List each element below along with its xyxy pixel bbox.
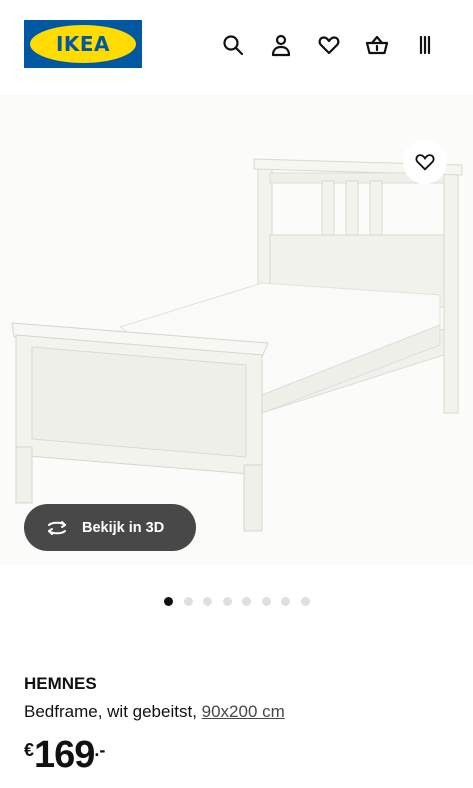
carousel-dot[interactable] xyxy=(203,597,212,606)
product-size-link[interactable]: 90x200 cm xyxy=(202,702,285,721)
logo-wordmark: IKEA xyxy=(55,32,111,56)
product-name: HEMNES xyxy=(24,674,97,693)
heart-icon xyxy=(415,154,435,171)
view-in-3d-button[interactable]: Bekijk in 3D xyxy=(24,504,196,551)
header: IKEA xyxy=(0,0,473,90)
carousel-dots xyxy=(164,597,320,606)
carousel-dot[interactable] xyxy=(242,597,251,606)
account-icon[interactable] xyxy=(266,30,296,60)
price-whole: 169 xyxy=(34,734,95,776)
header-icons xyxy=(218,30,440,60)
carousel-dot[interactable] xyxy=(222,597,232,606)
product-description-text: Bedframe, wit gebeitst, xyxy=(24,702,202,721)
view-in-3d-label: Bekijk in 3D xyxy=(82,519,165,536)
carousel-dot[interactable] xyxy=(183,597,193,606)
carousel-dot[interactable] xyxy=(164,597,173,606)
ikea-logo[interactable]: IKEA xyxy=(24,20,142,68)
basket-icon[interactable] xyxy=(362,30,392,60)
price-decimal: .- xyxy=(94,740,106,760)
product-price: € 169 .- xyxy=(24,734,105,777)
carousel-dot[interactable] xyxy=(300,597,310,606)
menu-icon[interactable] xyxy=(410,30,440,60)
add-to-favourites-button[interactable] xyxy=(403,140,447,184)
product-description: Bedframe, wit gebeitst, 90x200 cm xyxy=(24,702,285,722)
logo-oval: IKEA xyxy=(30,25,136,63)
bed-image xyxy=(11,158,463,532)
product-image-gallery[interactable]: Bekijk in 3D xyxy=(0,95,473,565)
rotate-3d-icon xyxy=(48,520,66,535)
carousel-dot[interactable] xyxy=(261,597,271,606)
carousel-dot[interactable] xyxy=(281,597,290,606)
price-currency: € xyxy=(24,740,35,760)
search-icon[interactable] xyxy=(218,30,248,60)
favourites-icon[interactable] xyxy=(314,30,344,60)
